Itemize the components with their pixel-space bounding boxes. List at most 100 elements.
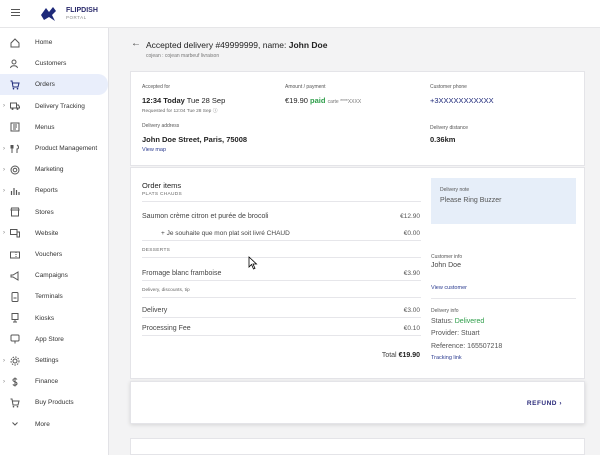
megaphone-icon	[10, 270, 19, 281]
sidebar: Home Customers Orders › Delivery Tracking Men…	[0, 28, 109, 455]
order-card: Order items PLATS CHAUDS Saumon crème ci…	[130, 167, 585, 379]
divider	[142, 240, 421, 241]
amount-label: Amount / payment	[285, 84, 326, 90]
sidebar-item-home[interactable]: Home	[0, 32, 109, 53]
sidebar-item-delivery-tracking[interactable]: › Delivery Tracking	[0, 96, 109, 117]
mouse-cursor-icon	[248, 256, 258, 270]
distance-value: 0.36km	[430, 135, 456, 144]
order-items-heading: Order items	[142, 181, 182, 190]
delivery-price: €3.00	[403, 307, 420, 314]
target-icon	[10, 165, 20, 175]
processing-fee-price: €0.10	[403, 325, 420, 332]
divider	[142, 257, 421, 258]
sidebar-item-label: Terminals	[35, 293, 63, 301]
divider	[431, 298, 576, 299]
delivery-reference: Reference: 165507218	[431, 343, 503, 350]
delivery-status: Status: Delivered	[431, 318, 485, 325]
sidebar-item-label: More	[35, 420, 50, 428]
customers-icon	[10, 59, 18, 68]
sidebar-item-label: Settings	[35, 357, 59, 364]
item-price: €12.90	[400, 213, 420, 220]
sidebar-item-vouchers[interactable]: Vouchers	[0, 244, 109, 265]
accepted-for-label: Accepted for	[142, 84, 171, 90]
sidebar-item-marketing[interactable]: › Marketing	[0, 159, 109, 180]
sidebar-item-customers[interactable]: Customers	[0, 53, 109, 74]
kiosk-icon	[11, 313, 19, 323]
category-desserts: DESSERTS	[142, 248, 171, 253]
back-arrow-icon[interactable]: ←	[131, 38, 141, 49]
main-content: ← Accepted delivery #49999999, name: Joh…	[110, 28, 600, 455]
sidebar-item-kiosks[interactable]: Kiosks	[0, 308, 109, 329]
brand-name: FLIPDISH PORTAL	[66, 7, 98, 20]
distance-label: Delivery distance	[430, 125, 469, 131]
info-icon[interactable]: ⓘ	[213, 109, 218, 114]
sidebar-item-orders[interactable]: Orders	[0, 74, 108, 96]
address-value: John Doe Street, Paris, 75008	[142, 135, 248, 144]
sidebar-item-website[interactable]: › Website	[0, 223, 109, 244]
refund-button[interactable]: REFUND ›	[527, 400, 562, 407]
tracking-link[interactable]: Tracking link	[431, 355, 462, 361]
hamburger-menu-icon[interactable]	[11, 9, 20, 16]
sidebar-item-reports[interactable]: › Reports	[0, 180, 109, 201]
sidebar-item-campaigns[interactable]: Campaigns	[0, 265, 109, 286]
sidebar-item-finance[interactable]: › Finance	[0, 371, 109, 392]
category-plats-chauds: PLATS CHAUDS	[142, 192, 183, 197]
customer-info-label: Customer info	[431, 254, 463, 260]
sidebar-item-more[interactable]: More	[0, 414, 109, 435]
sidebar-item-label: Website	[35, 229, 59, 237]
sidebar-item-label: Vouchers	[35, 251, 63, 258]
accepted-time: 12:34 Today Tue 28 Sep	[142, 96, 226, 105]
expand-caret-icon: ›	[3, 103, 5, 110]
item-name: Saumon crème citron et purée de brocoli	[142, 213, 269, 220]
requested-for: Requested for 12:04 Tue 28 Sep ⓘ	[142, 109, 218, 114]
view-map-link[interactable]: View map	[142, 147, 166, 153]
cart-icon	[10, 80, 20, 90]
fork-knife-icon	[10, 144, 19, 153]
delivery-note-label: Delivery note	[440, 187, 470, 193]
refund-card: REFUND ›	[130, 381, 585, 424]
sidebar-item-label: Orders	[35, 81, 55, 89]
app-store-icon	[10, 334, 20, 344]
phone-label: Customer phone	[430, 84, 467, 90]
sidebar-item-label: Campaigns	[35, 272, 68, 280]
order-total: Total €19.90	[381, 352, 420, 359]
expand-caret-icon: ›	[3, 145, 5, 152]
sidebar-item-product-management[interactable]: › Product Management	[0, 138, 109, 159]
phone-link[interactable]: +3XXXXXXXXXXX	[430, 96, 494, 105]
store-icon	[10, 207, 20, 217]
top-bar: FLIPDISH PORTAL	[0, 0, 600, 28]
sidebar-item-label: Reports	[35, 187, 58, 195]
menu-book-icon	[10, 122, 20, 132]
sidebar-item-label: Menus	[35, 123, 55, 131]
divider	[142, 280, 421, 281]
sidebar-item-stores[interactable]: Stores	[0, 202, 109, 223]
expand-caret-icon: ›	[3, 230, 5, 237]
sidebar-item-label: Home	[35, 39, 53, 46]
chevron-right-icon: ›	[559, 400, 562, 407]
devices-icon	[10, 229, 20, 238]
expand-caret-icon: ›	[3, 187, 5, 194]
customer-name: John Doe	[431, 262, 461, 269]
sidebar-item-settings[interactable]: › Settings	[0, 350, 109, 371]
next-card	[130, 438, 585, 455]
flipdish-logo[interactable]	[40, 6, 57, 22]
divider	[142, 297, 421, 298]
expand-caret-icon: ›	[3, 378, 5, 385]
category-delivery-discounts: Delivery, discounts, tip	[142, 288, 190, 293]
sidebar-item-menus[interactable]: Menus	[0, 117, 109, 138]
delivery-row: Delivery	[142, 307, 168, 314]
sidebar-item-terminals[interactable]: Terminals	[0, 286, 109, 307]
divider	[142, 201, 421, 202]
page-title: Accepted delivery #49999999, name: John …	[146, 40, 328, 50]
sidebar-item-app-store[interactable]: App Store	[0, 329, 109, 350]
sidebar-item-label: Delivery Tracking	[35, 102, 85, 110]
delivery-provider: Provider: Stuart	[431, 330, 480, 337]
processing-fee-row: Processing Fee	[142, 325, 191, 332]
sidebar-item-buy-products[interactable]: Buy Products	[0, 392, 109, 413]
view-customer-link[interactable]: View customer	[431, 285, 467, 291]
sidebar-item-label: Stores	[35, 208, 54, 216]
expand-caret-icon: ›	[3, 357, 5, 364]
sidebar-item-label: Buy Products	[35, 399, 74, 407]
sidebar-item-label: App Store	[35, 335, 64, 343]
dollar-icon	[12, 377, 18, 387]
